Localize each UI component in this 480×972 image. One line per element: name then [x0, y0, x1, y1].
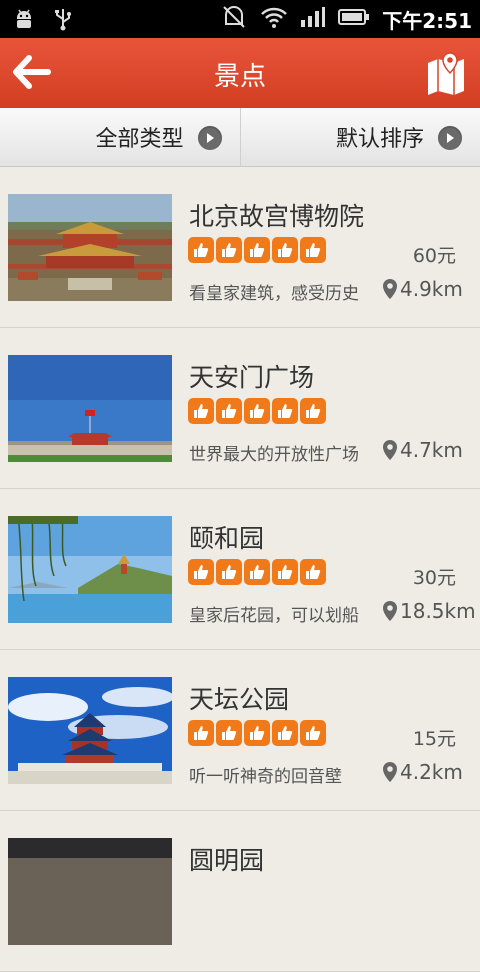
play-arrow-icon: [198, 126, 222, 150]
sort-filter-label: 默认排序: [336, 121, 424, 153]
distance-value: 4.9km: [400, 277, 463, 301]
attraction-price: 15元: [413, 724, 456, 751]
thumbs-up-icon: [188, 237, 214, 263]
attraction-photo: [8, 677, 172, 784]
thumbs-up-icon: [272, 559, 298, 585]
type-filter[interactable]: 全部类型: [0, 108, 240, 166]
type-filter-label: 全部类型: [95, 121, 183, 153]
android-debug-icon: [12, 7, 36, 35]
attraction-distance: 4.9km: [382, 277, 463, 301]
map-icon: [426, 51, 466, 95]
thumbs-up-icon: [300, 720, 326, 746]
list-item[interactable]: 圆明园: [0, 811, 480, 972]
thumbs-up-icon: [188, 398, 214, 424]
attraction-distance: 4.2km: [382, 760, 463, 784]
signal-icon: [300, 6, 326, 32]
thumbs-up-icon: [244, 398, 270, 424]
filter-bar: 全部类型 默认排序: [0, 108, 480, 167]
thumbs-up-icon: [216, 398, 242, 424]
rating: [188, 559, 326, 585]
thumbs-up-icon: [272, 398, 298, 424]
attraction-description: 看皇家建筑，感受历史: [189, 279, 359, 304]
thumbs-up-icon: [244, 237, 270, 263]
thumbs-up-icon: [188, 720, 214, 746]
attraction-distance: 18.5km: [382, 599, 476, 623]
rating: [188, 720, 326, 746]
thumbs-up-icon: [244, 559, 270, 585]
battery-icon: [338, 8, 370, 30]
attraction-photo: [8, 355, 172, 462]
attraction-name: 圆明园: [189, 841, 264, 877]
attraction-name: 天坛公园: [189, 680, 289, 716]
attraction-name: 北京故宫博物院: [189, 197, 364, 233]
location-pin-icon: [382, 600, 398, 622]
attraction-price: 60元: [413, 241, 456, 268]
attraction-photo: [8, 516, 172, 623]
page-title: 景点: [0, 56, 480, 93]
sort-filter[interactable]: 默认排序: [240, 108, 480, 166]
thumbs-up-icon: [216, 237, 242, 263]
thumbs-up-icon: [216, 559, 242, 585]
status-bar: 下午2:51: [0, 0, 480, 38]
attraction-list: 北京故宫博物院 60元 看皇家建筑，感受历史 4.9km: [0, 167, 480, 972]
rating: [188, 398, 326, 424]
attraction-price: 30元: [413, 563, 456, 590]
thumbs-up-icon: [272, 237, 298, 263]
thumbs-up-icon: [300, 559, 326, 585]
mute-icon: [220, 4, 248, 34]
status-time: 下午2:51: [382, 5, 472, 34]
thumbs-up-icon: [244, 720, 270, 746]
rating: [188, 237, 326, 263]
play-arrow-icon: [438, 126, 462, 150]
attraction-name: 天安门广场: [189, 358, 314, 394]
attraction-description: 听一听神奇的回音壁: [189, 762, 342, 787]
thumbs-up-icon: [300, 237, 326, 263]
list-item[interactable]: 天坛公园 15元 听一听神奇的回音壁 4.2km: [0, 650, 480, 811]
thumbs-up-icon: [300, 398, 326, 424]
thumbs-up-icon: [216, 720, 242, 746]
distance-value: 4.2km: [400, 760, 463, 784]
wifi-icon: [260, 5, 288, 33]
location-pin-icon: [382, 278, 398, 300]
location-pin-icon: [382, 439, 398, 461]
usb-icon: [52, 7, 74, 35]
attraction-name: 颐和园: [189, 519, 264, 555]
thumbs-up-icon: [272, 720, 298, 746]
distance-value: 18.5km: [400, 599, 476, 623]
map-button[interactable]: [426, 51, 466, 95]
list-item[interactable]: 颐和园 30元 皇家后花园，可以划船 18.5km: [0, 489, 480, 650]
app-bar: 景点: [0, 38, 480, 109]
attraction-photo: [8, 194, 172, 301]
location-pin-icon: [382, 761, 398, 783]
attraction-photo: [8, 838, 172, 945]
distance-value: 4.7km: [400, 438, 463, 462]
attraction-distance: 4.7km: [382, 438, 463, 462]
list-item[interactable]: 天安门广场 世界最大的开放性广场 4.7km: [0, 328, 480, 489]
attraction-description: 世界最大的开放性广场: [189, 440, 359, 465]
attraction-description: 皇家后花园，可以划船: [189, 601, 359, 626]
list-item[interactable]: 北京故宫博物院 60元 看皇家建筑，感受历史 4.9km: [0, 167, 480, 328]
thumbs-up-icon: [188, 559, 214, 585]
